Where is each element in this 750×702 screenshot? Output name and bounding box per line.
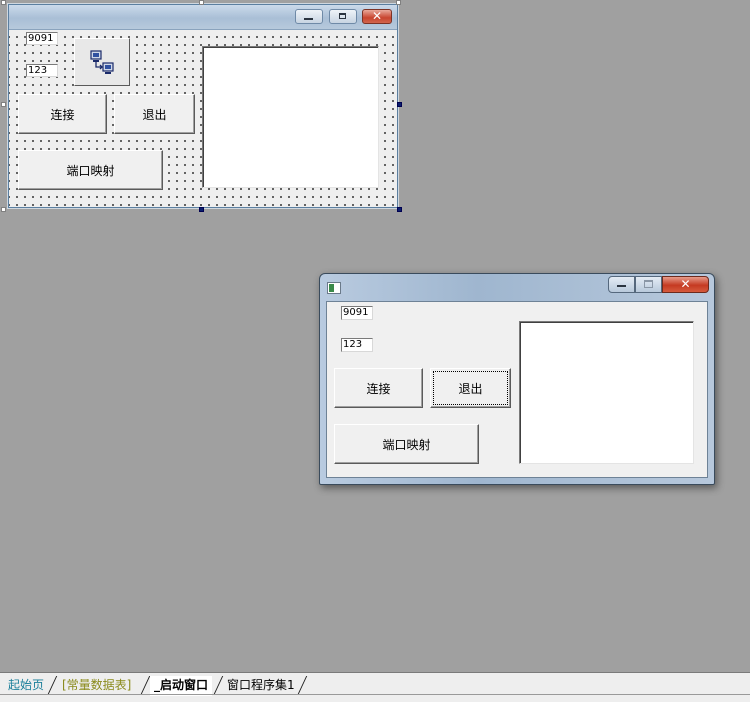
window-app-icon xyxy=(327,282,341,294)
tab-startup-window[interactable]: _启动窗口 xyxy=(150,676,213,696)
selection-handle[interactable] xyxy=(1,102,6,107)
run-id-textbox[interactable]: 123 xyxy=(341,338,373,352)
designer-id-textbox[interactable]: 123 xyxy=(26,64,58,77)
designer-port-map-button[interactable]: 端口映射 xyxy=(18,150,163,190)
minimize-icon xyxy=(617,285,626,287)
designer-connect-button[interactable]: 连接 xyxy=(18,94,107,134)
selection-handle[interactable] xyxy=(1,0,6,5)
designer-exit-button[interactable]: 退出 xyxy=(114,94,195,134)
running-window-client: 9091 123 连接 退出 端口映射 xyxy=(326,301,708,478)
designer-form[interactable]: ✕ 9091 123 连接 退出 端口映射 xyxy=(8,4,398,208)
designer-close-button[interactable]: ✕ xyxy=(362,9,392,24)
network-component[interactable] xyxy=(74,38,130,86)
run-minimize-button[interactable] xyxy=(608,276,635,293)
selection-handle[interactable] xyxy=(397,207,402,212)
run-exit-button[interactable]: 退出 xyxy=(430,368,511,408)
selection-handle[interactable] xyxy=(397,102,402,107)
tab-constants-table[interactable]: [常量数据表] xyxy=(58,676,135,694)
selection-handle[interactable] xyxy=(1,207,6,212)
tab-window-assembly[interactable]: 窗口程序集1 xyxy=(223,676,299,694)
designer-minimize-button[interactable] xyxy=(295,9,323,24)
maximize-icon xyxy=(644,280,653,288)
designer-log-listbox[interactable] xyxy=(202,46,379,188)
running-window[interactable]: ✕ 9091 123 连接 退出 端口映射 xyxy=(319,273,715,485)
selection-handle[interactable] xyxy=(199,207,204,212)
run-close-button[interactable]: ✕ xyxy=(662,276,709,293)
network-component-icon xyxy=(90,50,114,74)
run-port-textbox[interactable]: 9091 xyxy=(341,306,373,320)
tab-separator xyxy=(297,676,308,694)
tab-start-page[interactable]: 起始页 xyxy=(4,676,48,694)
maximize-icon xyxy=(339,13,346,19)
designer-maximize-button[interactable] xyxy=(329,9,357,24)
run-maximize-button[interactable] xyxy=(635,276,662,293)
tab-separator xyxy=(47,676,58,694)
tab-separator xyxy=(140,676,151,694)
minimize-icon xyxy=(304,18,313,20)
run-connect-button[interactable]: 连接 xyxy=(334,368,423,408)
run-log-listbox[interactable] xyxy=(519,321,694,464)
run-port-map-button[interactable]: 端口映射 xyxy=(334,424,479,464)
designer-form-titlebar: ✕ xyxy=(9,5,397,30)
close-icon: ✕ xyxy=(371,9,383,23)
close-icon: ✕ xyxy=(680,277,691,291)
tab-separator xyxy=(213,676,224,694)
document-tab-strip: 起始页 [常量数据表] _启动窗口 窗口程序集1 xyxy=(0,672,750,702)
selection-handle[interactable] xyxy=(396,0,401,5)
selection-handle[interactable] xyxy=(199,0,204,5)
designer-port-textbox[interactable]: 9091 xyxy=(26,32,58,45)
tab-strip-baseline xyxy=(0,694,750,695)
